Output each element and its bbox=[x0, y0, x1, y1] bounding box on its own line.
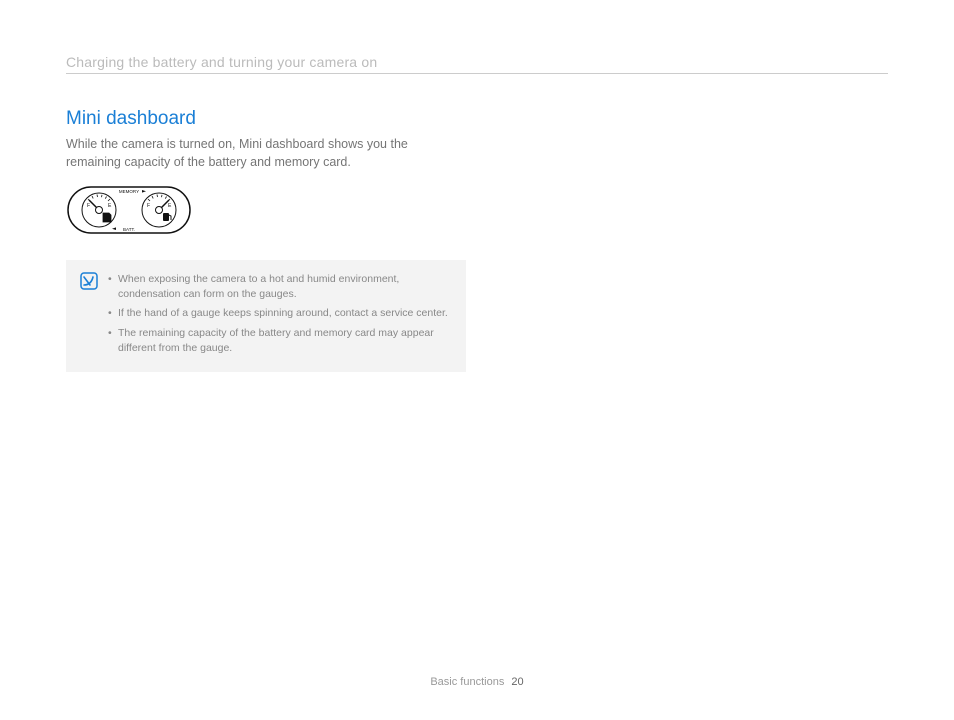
gauge-right-full: F bbox=[147, 203, 150, 209]
note-box: When exposing the camera to a hot and hu… bbox=[66, 260, 466, 372]
page-content: Charging the battery and turning your ca… bbox=[0, 0, 954, 372]
gauge-icon: F E F bbox=[66, 185, 192, 235]
gauge-left-full: F bbox=[87, 203, 90, 209]
content-column: Mini dashboard While the camera is turne… bbox=[66, 108, 466, 372]
footer-section-name: Basic functions bbox=[430, 676, 504, 688]
note-icon bbox=[80, 272, 98, 290]
note-list: When exposing the camera to a hot and hu… bbox=[108, 272, 452, 360]
page-footer: Basic functions 20 bbox=[0, 676, 954, 688]
gauge-memory-label: MEMORY bbox=[119, 189, 139, 194]
note-item: The remaining capacity of the battery an… bbox=[108, 326, 452, 356]
note-item: If the hand of a gauge keeps spinning ar… bbox=[108, 306, 452, 321]
dashboard-gauge-illustration: F E F bbox=[66, 185, 466, 240]
section-intro: While the camera is turned on, Mini dash… bbox=[66, 136, 466, 171]
page-header-breadcrumb: Charging the battery and turning your ca… bbox=[66, 54, 888, 74]
note-item: When exposing the camera to a hot and hu… bbox=[108, 272, 452, 302]
gauge-batt-label: BATT. bbox=[123, 227, 135, 232]
section-heading: Mini dashboard bbox=[66, 108, 466, 130]
footer-page-number: 20 bbox=[511, 676, 523, 688]
